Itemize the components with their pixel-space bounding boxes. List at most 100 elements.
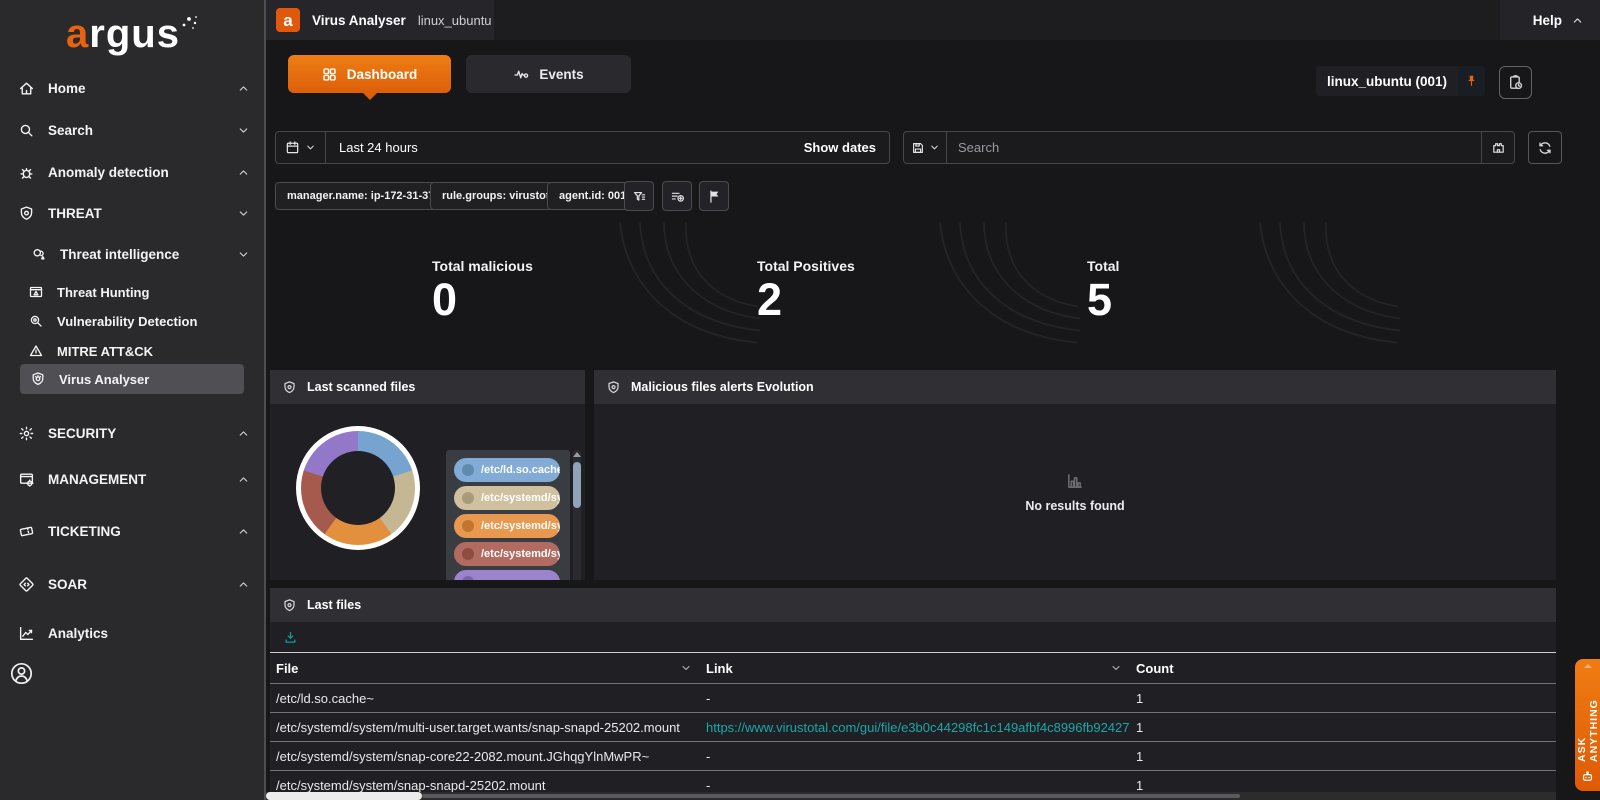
legend-dot [462,548,474,560]
empty-state: No results found [594,404,1556,580]
table-row: /etc/ld.so.cache~ - 1 [270,684,1556,713]
chevron-down-icon [237,207,250,220]
stat-value: 2 [757,277,977,322]
link-cell: - [700,778,1130,793]
add-filter-button[interactable] [662,181,692,211]
tab-events[interactable]: Events [466,55,631,93]
legend-scrollbar[interactable] [573,450,581,580]
clipboard-clock-icon [1507,74,1524,91]
sidebar-item-management[interactable]: MANAGEMENT [0,464,264,494]
sidebar-item-label: THREAT [48,206,102,221]
stat-total-malicious: Total malicious 0 [432,258,652,322]
agent-name: linux_ubuntu (001) [1316,74,1458,89]
panel-last-files: Last files File Link Count /etc/ [270,588,1556,800]
user-avatar[interactable] [9,661,34,686]
sidebar-item-anomaly-detection[interactable]: Anomaly detection [0,157,264,187]
legend-item[interactable]: /etc/systemd/system [454,514,560,538]
tab-dashboard[interactable]: Dashboard [288,55,451,93]
stat-total-positives: Total Positives 2 [757,258,977,322]
horizontal-scrollbar[interactable] [266,792,1556,800]
show-dates-button[interactable]: Show dates [804,140,889,155]
agent-selector[interactable]: linux_ubuntu (001) [1316,66,1485,96]
scrollbar-thumb[interactable] [573,462,581,508]
flag-button[interactable] [699,181,729,211]
chevron-down-icon [929,142,940,153]
legend-dot [462,576,474,580]
donut-chart[interactable] [296,426,420,550]
sidebar-item-home[interactable]: Home [0,73,264,103]
panel-body: File Link Count /etc/ld.so.cache~ - 1 /e… [270,622,1556,800]
sidebar-item-label: Home [48,81,86,96]
threat-hunting-icon [28,284,44,300]
top-navbar: a Virus Analyser linux_ubuntu Help [266,0,1600,40]
stat-value: 0 [432,277,652,322]
help-menu[interactable]: Help [1500,0,1600,40]
virustotal-link[interactable]: https://www.virustotal.com/gui/file/e3b0… [700,720,1130,735]
panel-last-scanned-files: Last scanned files /etc/ld.so.cache~ /et… [270,370,585,580]
sidebar-item-label: MITRE ATT&CK [57,344,153,359]
refresh-icon [1537,140,1553,156]
legend-label: /etc/systemd/system [481,492,560,504]
flag-icon [707,189,722,204]
query-castle-icon [1491,140,1506,155]
legend-item[interactable] [454,570,560,580]
stat-total: Total 5 [1087,258,1307,322]
robot-icon [1580,769,1595,784]
saved-queries-button[interactable] [904,132,947,163]
warning-triangle-icon [28,343,44,359]
chevron-down-icon [1110,662,1122,674]
sidebar-item-virus-analyser[interactable]: Virus Analyser [20,364,244,394]
gear-burst-icon [18,425,35,442]
search-icon [18,122,35,139]
column-header-count[interactable]: Count [1130,661,1556,676]
sidebar-item-security[interactable]: SECURITY [0,418,264,448]
add-filter-icon [670,189,685,204]
bug-icon [18,164,35,181]
search-input[interactable] [947,132,1481,163]
filter-pill-label: agent.id: 001 [559,190,626,202]
filter-pill-label: rule.groups: virustotal [442,190,559,202]
count-cell: 1 [1130,720,1556,735]
legend-item[interactable]: /etc/ld.so.cache~ [454,458,560,482]
shield-virus-icon [282,380,297,395]
query-language-button[interactable] [1481,132,1514,163]
virus-analyser-dashboard: argus Home Search Anomaly detection THRE… [0,0,1600,800]
sidebar-item-vulnerability-detection[interactable]: Vulnerability Detection [0,306,264,336]
sidebar-item-analytics[interactable]: Analytics [0,618,264,648]
filter-options-button[interactable] [624,181,654,211]
chevron-up-icon [237,578,250,591]
report-button[interactable] [1499,66,1532,99]
time-range-value[interactable]: Last 24 hours [326,140,418,155]
sidebar-item-label: Vulnerability Detection [57,314,197,329]
scroll-up-arrow[interactable] [573,452,581,457]
sidebar-item-mitre-attack[interactable]: MITRE ATT&CK [0,336,264,366]
scrollbar-thumb[interactable] [266,792,422,800]
pin-button[interactable] [1458,66,1485,96]
download-csv-icon[interactable] [283,630,298,645]
legend-item[interactable]: /etc/systemd/system [454,542,560,566]
chevron-down-icon [305,142,316,153]
sidebar-item-soar[interactable]: SOAR [0,569,264,599]
sidebar-item-search[interactable]: Search [0,115,264,145]
donut-hole [321,451,395,525]
breadcrumb[interactable]: a Virus Analyser linux_ubuntu [266,0,494,40]
column-header-link[interactable]: Link [700,661,1130,676]
legend-item[interactable]: /etc/systemd/system [454,486,560,510]
panel-body: No results found [594,404,1556,580]
sidebar-item-ticketing[interactable]: TICKETING [0,516,264,546]
column-label: Count [1136,661,1174,676]
column-header-file[interactable]: File [270,661,700,676]
sidebar-item-label: Virus Analyser [59,372,149,387]
panel-title: Last files [307,598,361,612]
column-label: File [276,661,298,676]
refresh-button[interactable] [1528,131,1562,164]
calendar-dropdown-button[interactable] [276,132,326,163]
chevron-up-icon [1584,664,1592,668]
logo-sparkle-dots [181,0,199,40]
ask-anything-button[interactable]: ASK ANYTHING [1575,659,1600,791]
sidebar-item-threat-intelligence[interactable]: Threat intelligence [0,239,264,269]
sidebar-item-threat[interactable]: THREAT [0,198,264,228]
diamond-code-icon [18,576,35,593]
chevron-down-icon [680,662,692,674]
sidebar-item-threat-hunting[interactable]: Threat Hunting [0,277,264,307]
